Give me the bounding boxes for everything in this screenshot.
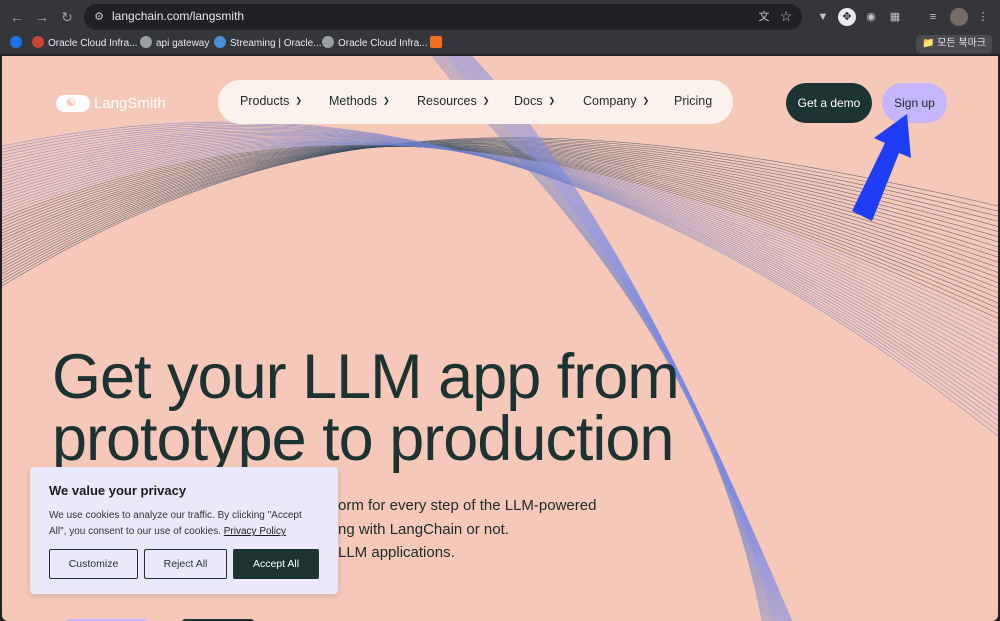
all-bookmarks-button[interactable]: 📁 모든 북마크 <box>915 35 992 53</box>
back-icon[interactable]: ← <box>8 8 26 26</box>
bookmark-label: Oracle Cloud Infra... <box>338 38 428 49</box>
cookie-banner: We value your privacy We use cookies to … <box>30 467 338 594</box>
extension-v-icon[interactable]: ▼ <box>814 8 832 26</box>
accept-all-button[interactable]: Accept All <box>233 549 319 579</box>
all-bookmarks-label: 모든 북마크 <box>937 38 986 49</box>
bookmark-oracle-1[interactable]: Oracle Cloud Infra... <box>32 36 137 52</box>
forward-icon[interactable]: → <box>33 8 51 26</box>
reload-icon[interactable]: ↻ <box>58 8 76 26</box>
oracle-icon <box>32 36 44 48</box>
bookmark-label: Oracle Cloud Infra... <box>48 38 138 49</box>
hero-sub-line-3: LLM applications. <box>338 544 455 561</box>
cloud-icon <box>214 36 226 48</box>
reject-all-button[interactable]: Reject All <box>144 549 227 579</box>
cookie-body: We use cookies to analyze our traffic. B… <box>49 508 319 540</box>
bookmark-oracle-2[interactable]: Oracle Cloud Infra... <box>322 36 427 52</box>
bookmark-label: api gateway <box>156 38 210 49</box>
customize-button[interactable]: Customize <box>49 549 138 579</box>
bookmarks-bar: Oracle Cloud Infra... api gateway Stream… <box>0 33 1000 55</box>
hero-subtext: orm for every step of the LLM-powered ng… <box>302 494 622 565</box>
hero-heading: Get your LLM app from prototype to produ… <box>52 342 772 474</box>
globe-icon <box>140 36 152 48</box>
privacy-policy-link[interactable]: Privacy Policy <box>224 526 286 537</box>
site-settings-icon[interactable]: ⚙ <box>92 10 106 24</box>
hero-line-1: Get your LLM app from <box>52 342 680 412</box>
bookmark-label: Streaming | Oracle... <box>230 38 322 49</box>
bookmark-orange[interactable] <box>430 36 446 52</box>
avatar[interactable] <box>950 8 968 26</box>
url-text[interactable]: langchain.com/langsmith <box>112 9 244 23</box>
bookmark-star-icon[interactable]: ☆ <box>778 8 794 24</box>
media-control-icon[interactable]: ≡ <box>924 8 942 26</box>
browser-toolbar: ← → ↻ ⚙ langchain.com/langsmith 文 ☆ ▼ ✥ … <box>0 0 1000 33</box>
puzzle-icon[interactable]: ▦ <box>886 8 904 26</box>
translate-icon[interactable]: 文 <box>756 9 772 25</box>
menu-dots-icon[interactable]: ⋮ <box>974 8 992 26</box>
address-bar[interactable]: ⚙ langchain.com/langsmith 文 ☆ <box>84 4 802 30</box>
hero-line-2: prototype to production <box>52 404 674 474</box>
bookmark-api-gateway[interactable]: api gateway <box>140 36 209 52</box>
hero-sub-line-2: ng with LangChain or not. <box>338 520 509 538</box>
globe-icon <box>322 36 334 48</box>
bookmark-streaming[interactable]: Streaming | Oracle... <box>214 36 322 52</box>
cube-icon <box>430 36 442 48</box>
camera-icon[interactable]: ◉ <box>862 8 880 26</box>
extension-move-icon[interactable]: ✥ <box>838 8 856 26</box>
folder-icon: 📁 <box>921 38 935 49</box>
cookie-title: We value your privacy <box>49 483 187 498</box>
bookmark-app-icon[interactable] <box>10 36 26 52</box>
hero-sub-line-1: orm for every step of the LLM-powered <box>338 497 597 514</box>
